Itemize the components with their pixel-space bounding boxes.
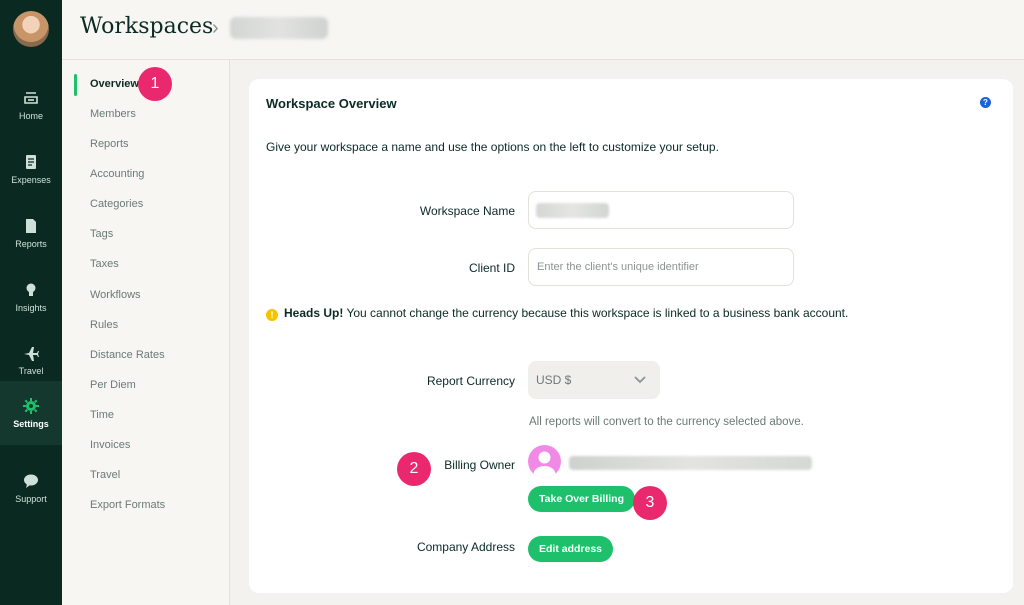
rail-item-label: Reports bbox=[15, 238, 47, 249]
take-over-billing-button[interactable]: Take Over Billing bbox=[528, 486, 635, 512]
help-icon[interactable]: ? bbox=[980, 97, 991, 108]
billing-owner-avatar bbox=[528, 445, 561, 478]
client-id-input[interactable]: Enter the client's unique identifier bbox=[528, 248, 794, 286]
submenu-item-time[interactable]: Time bbox=[90, 409, 114, 421]
workspace-name-input[interactable] bbox=[528, 191, 794, 229]
annotation-badge-1: 1 bbox=[138, 67, 172, 101]
submenu-item-per-diem[interactable]: Per Diem bbox=[90, 379, 136, 391]
card-title: Workspace Overview bbox=[266, 96, 397, 111]
rail-item-label: Home bbox=[18, 110, 43, 121]
document-icon bbox=[26, 218, 36, 233]
user-avatar[interactable] bbox=[13, 11, 49, 47]
heads-up-bold: Heads Up! bbox=[284, 306, 344, 320]
submenu-item-accounting[interactable]: Accounting bbox=[90, 168, 144, 180]
airplane-icon bbox=[24, 346, 39, 361]
billing-owner-name-redacted bbox=[569, 456, 812, 470]
annotation-badge-2: 2 bbox=[397, 452, 431, 486]
workspace-name-redacted bbox=[230, 17, 328, 39]
top-header: Workspaces › bbox=[62, 0, 1024, 60]
rail-item-label: Travel bbox=[18, 365, 44, 376]
rail-item-label: Settings bbox=[13, 418, 49, 429]
submenu-item-tags[interactable]: Tags bbox=[90, 228, 113, 240]
active-indicator bbox=[74, 74, 77, 96]
submenu-item-travel[interactable]: Travel bbox=[90, 469, 120, 481]
submenu-item-invoices[interactable]: Invoices bbox=[90, 439, 130, 451]
rail-item-label: Support bbox=[15, 493, 47, 504]
rail-item-insights[interactable]: Insights bbox=[0, 266, 62, 328]
rail-item-label: Insights bbox=[15, 302, 47, 313]
rail-item-reports[interactable]: Reports bbox=[0, 202, 62, 264]
workspace-name-label: Workspace Name bbox=[419, 204, 515, 218]
rail-item-expenses[interactable]: Expenses bbox=[0, 138, 62, 200]
submenu-item-distance-rates[interactable]: Distance Rates bbox=[90, 349, 165, 361]
report-currency-label: Report Currency bbox=[426, 374, 515, 388]
workspace-overview-card: Workspace Overview ? Give your workspace… bbox=[249, 79, 1013, 593]
submenu-item-members[interactable]: Members bbox=[90, 108, 136, 120]
rail-item-label: Expenses bbox=[11, 174, 51, 185]
client-id-placeholder: Enter the client's unique identifier bbox=[537, 261, 699, 273]
client-id-label: Client ID bbox=[468, 261, 515, 275]
settings-submenu: Overview Members Reports Accounting Cate… bbox=[62, 60, 230, 605]
report-currency-value: USD $ bbox=[536, 373, 572, 387]
rail-item-home[interactable]: Home bbox=[0, 74, 62, 136]
page-title[interactable]: Workspaces bbox=[80, 14, 213, 39]
card-description: Give your workspace a name and use the o… bbox=[266, 140, 719, 154]
chevron-down-icon bbox=[634, 376, 646, 384]
person-icon bbox=[533, 451, 556, 478]
submenu-item-reports[interactable]: Reports bbox=[90, 138, 129, 150]
chat-icon bbox=[24, 474, 38, 488]
currency-hint: All reports will convert to the currency… bbox=[529, 416, 804, 428]
submenu-item-categories[interactable]: Categories bbox=[90, 198, 143, 210]
rail-item-support[interactable]: Support bbox=[0, 457, 62, 519]
inbox-icon bbox=[24, 91, 38, 104]
warning-icon: ! bbox=[266, 309, 278, 321]
heads-up-text: You cannot change the currency because t… bbox=[343, 306, 849, 320]
submenu-item-taxes[interactable]: Taxes bbox=[90, 258, 119, 270]
annotation-badge-3: 3 bbox=[633, 486, 667, 520]
submenu-item-export-formats[interactable]: Export Formats bbox=[90, 499, 165, 511]
company-address-label: Company Address bbox=[416, 540, 515, 554]
chevron-right-icon: › bbox=[212, 17, 219, 39]
lightbulb-icon bbox=[26, 283, 36, 296]
edit-address-button[interactable]: Edit address bbox=[528, 536, 614, 562]
workspace-name-value-redacted bbox=[536, 203, 609, 218]
gear-icon bbox=[23, 397, 39, 414]
submenu-item-overview[interactable]: Overview bbox=[90, 78, 139, 90]
submenu-item-workflows[interactable]: Workflows bbox=[90, 289, 141, 301]
heads-up-notice: ! Heads Up! You cannot change the currenc… bbox=[266, 306, 848, 321]
submenu-item-rules[interactable]: Rules bbox=[90, 319, 118, 331]
left-rail: Home Expenses Reports Insights Travel Se… bbox=[0, 0, 62, 605]
report-currency-select[interactable]: USD $ bbox=[528, 361, 660, 399]
rail-item-settings[interactable]: Settings bbox=[0, 381, 62, 445]
receipt-icon bbox=[26, 154, 36, 169]
